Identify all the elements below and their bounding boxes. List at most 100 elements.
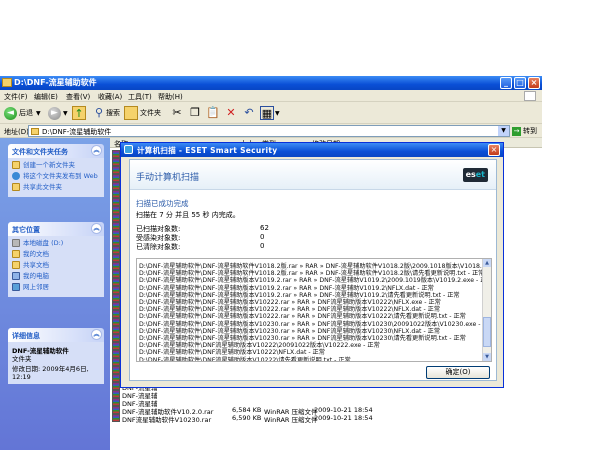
- other-places-title: 其它位置: [12, 226, 40, 234]
- address-bar: 地址(D) D:\DNF-流星辅助软件 ▼ → 转到: [0, 124, 542, 138]
- place-my-documents[interactable]: 我的文档: [12, 250, 100, 258]
- eset-heading: 手动计算机扫描: [136, 173, 200, 183]
- details-header[interactable]: 详细信息 ︽: [8, 328, 104, 342]
- scroll-thumb[interactable]: [483, 317, 491, 347]
- chevron-down-icon: ▼: [275, 109, 280, 117]
- menu-tools[interactable]: 工具(T): [128, 92, 152, 102]
- rar-archive-icon: [112, 374, 120, 382]
- rar-archive-icon: [112, 254, 120, 262]
- go-button[interactable]: → 转到: [512, 126, 537, 136]
- eset-title-bar[interactable]: 计算机扫描 - ESET Smart Security ×: [121, 143, 503, 157]
- place-label: 我的电脑: [23, 272, 49, 280]
- task-new-folder[interactable]: 创建一个新文件夹: [12, 161, 100, 169]
- cut-button[interactable]: ✂: [170, 105, 184, 121]
- collapse-icon[interactable]: ︽: [91, 145, 102, 156]
- minimize-button[interactable]: _: [500, 77, 512, 89]
- file-row[interactable]: DNF流星辅助软件V10230.rar 6,590 KB WinRAR 压缩文件 20…: [112, 414, 542, 424]
- rar-archive-icon: [112, 326, 120, 334]
- rar-archive-icon: [112, 302, 120, 310]
- rar-archive-icon: [112, 382, 120, 390]
- stat-cleaned-label: 已清除对象数:: [136, 243, 181, 251]
- scissors-icon: ✂: [172, 106, 182, 119]
- go-arrow-icon: →: [512, 126, 521, 136]
- undo-button[interactable]: ↶: [242, 105, 256, 121]
- task-publish-web[interactable]: 将这个文件夹发布到 Web: [12, 172, 100, 180]
- rar-archive-icon: [112, 406, 120, 414]
- rar-archive-icon: [112, 294, 120, 302]
- file-tasks-title: 文件和文件夹任务: [12, 148, 68, 156]
- details-modified-time: 12:19: [12, 373, 31, 381]
- file-row[interactable]: DNF-流星辅助软件V10.2.0.rar 6,584 KB WinRAR 压缩文件…: [112, 406, 542, 416]
- menu-file[interactable]: 文件(F): [4, 92, 28, 102]
- back-button[interactable]: ◄ 后退 ▼: [4, 105, 41, 121]
- task-label: 共享此文件夹: [23, 183, 62, 191]
- file-row[interactable]: DNF-流星辅: [112, 390, 542, 400]
- chevron-down-icon[interactable]: ▼: [498, 126, 509, 136]
- close-button[interactable]: ×: [528, 77, 540, 89]
- search-icon: ⚲: [94, 106, 104, 119]
- maximize-button[interactable]: □: [514, 77, 526, 89]
- file-type: WinRAR 压缩文件: [264, 416, 318, 424]
- search-label: 搜索: [106, 109, 120, 117]
- rar-archive-icon: [112, 166, 120, 174]
- up-folder-icon: ↑: [72, 106, 86, 120]
- paste-button[interactable]: 📋: [206, 105, 220, 121]
- stat-cleaned-value: 0: [260, 242, 265, 250]
- drive-icon: [12, 239, 20, 247]
- rar-archive-icon: [112, 350, 120, 358]
- back-arrow-icon: ◄: [4, 106, 17, 120]
- scan-summary: 扫描在 7 分 并且 55 秒 内完成。: [136, 211, 240, 219]
- address-input[interactable]: D:\DNF-流星辅助软件 ▼: [28, 125, 510, 137]
- eset-body: 手动计算机扫描 eset 扫描已成功完成 扫描在 7 分 并且 55 秒 内完成…: [129, 159, 497, 381]
- explorer-title: D:\DNF-流星辅助软件: [14, 78, 97, 87]
- rar-archive-icon: [112, 182, 120, 190]
- scroll-up-icon[interactable]: ▲: [483, 259, 491, 267]
- go-label: 转到: [523, 127, 537, 135]
- file-tasks-header[interactable]: 文件和文件夹任务 ︽: [8, 144, 104, 158]
- rar-archive-icon: [112, 246, 120, 254]
- file-row[interactable]: DNF-流星辅: [112, 398, 542, 408]
- folders-button[interactable]: 文件夹: [124, 105, 161, 121]
- folder-icon: [31, 128, 39, 135]
- task-label: 创建一个新文件夹: [23, 161, 75, 169]
- search-button[interactable]: ⚲ 搜索: [92, 105, 120, 121]
- scan-log[interactable]: D:\DNF-流星辅助软件\DNF-流星辅助软件V1018.2版.rar » R…: [136, 258, 492, 362]
- place-shared-documents[interactable]: 共享文档: [12, 261, 100, 269]
- place-local-disk[interactable]: 本地磁盘 (D:): [12, 239, 100, 247]
- details-title: 详细信息: [12, 332, 40, 340]
- documents-folder-icon: [12, 250, 20, 258]
- delete-button[interactable]: ✕: [224, 105, 238, 121]
- views-button[interactable]: ▦ ▼: [260, 105, 280, 121]
- log-scrollbar[interactable]: ▲ ▼: [482, 259, 491, 361]
- up-folder-button[interactable]: ↑: [72, 105, 86, 121]
- rar-archive-icon: [112, 286, 120, 294]
- details-type: 文件夹: [12, 355, 32, 363]
- copy-button[interactable]: ❐: [188, 105, 202, 121]
- rar-archive-icon: [112, 150, 120, 158]
- explorer-title-bar[interactable]: D:\DNF-流星辅助软件 _ □ ×: [0, 76, 542, 90]
- task-share-folder[interactable]: 共享此文件夹: [12, 183, 100, 191]
- forward-button[interactable]: ► ▼: [48, 105, 68, 121]
- place-label: 共享文档: [23, 261, 49, 269]
- menu-view[interactable]: 查看(V): [66, 92, 90, 102]
- menu-help[interactable]: 帮助(H): [158, 92, 183, 102]
- details-panel: 详细信息 ︽ DNF-流星辅助软件 文件夹 修改日期: 2009年4月6日, 1…: [8, 328, 104, 384]
- dialog-close-button[interactable]: ×: [488, 144, 500, 156]
- eset-scan-dialog: 计算机扫描 - ESET Smart Security × 手动计算机扫描 es…: [120, 142, 504, 388]
- scroll-down-icon[interactable]: ▼: [483, 353, 491, 361]
- delete-icon: ✕: [226, 106, 236, 119]
- rar-archive-icon: [112, 238, 120, 246]
- rar-archive-icon: [112, 158, 120, 166]
- menu-edit[interactable]: 编辑(E): [34, 92, 58, 102]
- rar-archive-icon: [112, 206, 120, 214]
- collapse-icon[interactable]: ︽: [91, 223, 102, 234]
- other-places-header[interactable]: 其它位置 ︽: [8, 222, 104, 236]
- rar-archive-icon: [112, 230, 120, 238]
- collapse-icon[interactable]: ︽: [91, 329, 102, 340]
- menu-favorites[interactable]: 收藏(A): [98, 92, 122, 102]
- ok-button[interactable]: 确定(O): [426, 366, 490, 379]
- place-my-computer[interactable]: 我的电脑: [12, 272, 100, 280]
- rar-archive-icon: [112, 334, 120, 342]
- place-network[interactable]: 网上邻居: [12, 283, 100, 291]
- rar-archive-icon: [112, 262, 120, 270]
